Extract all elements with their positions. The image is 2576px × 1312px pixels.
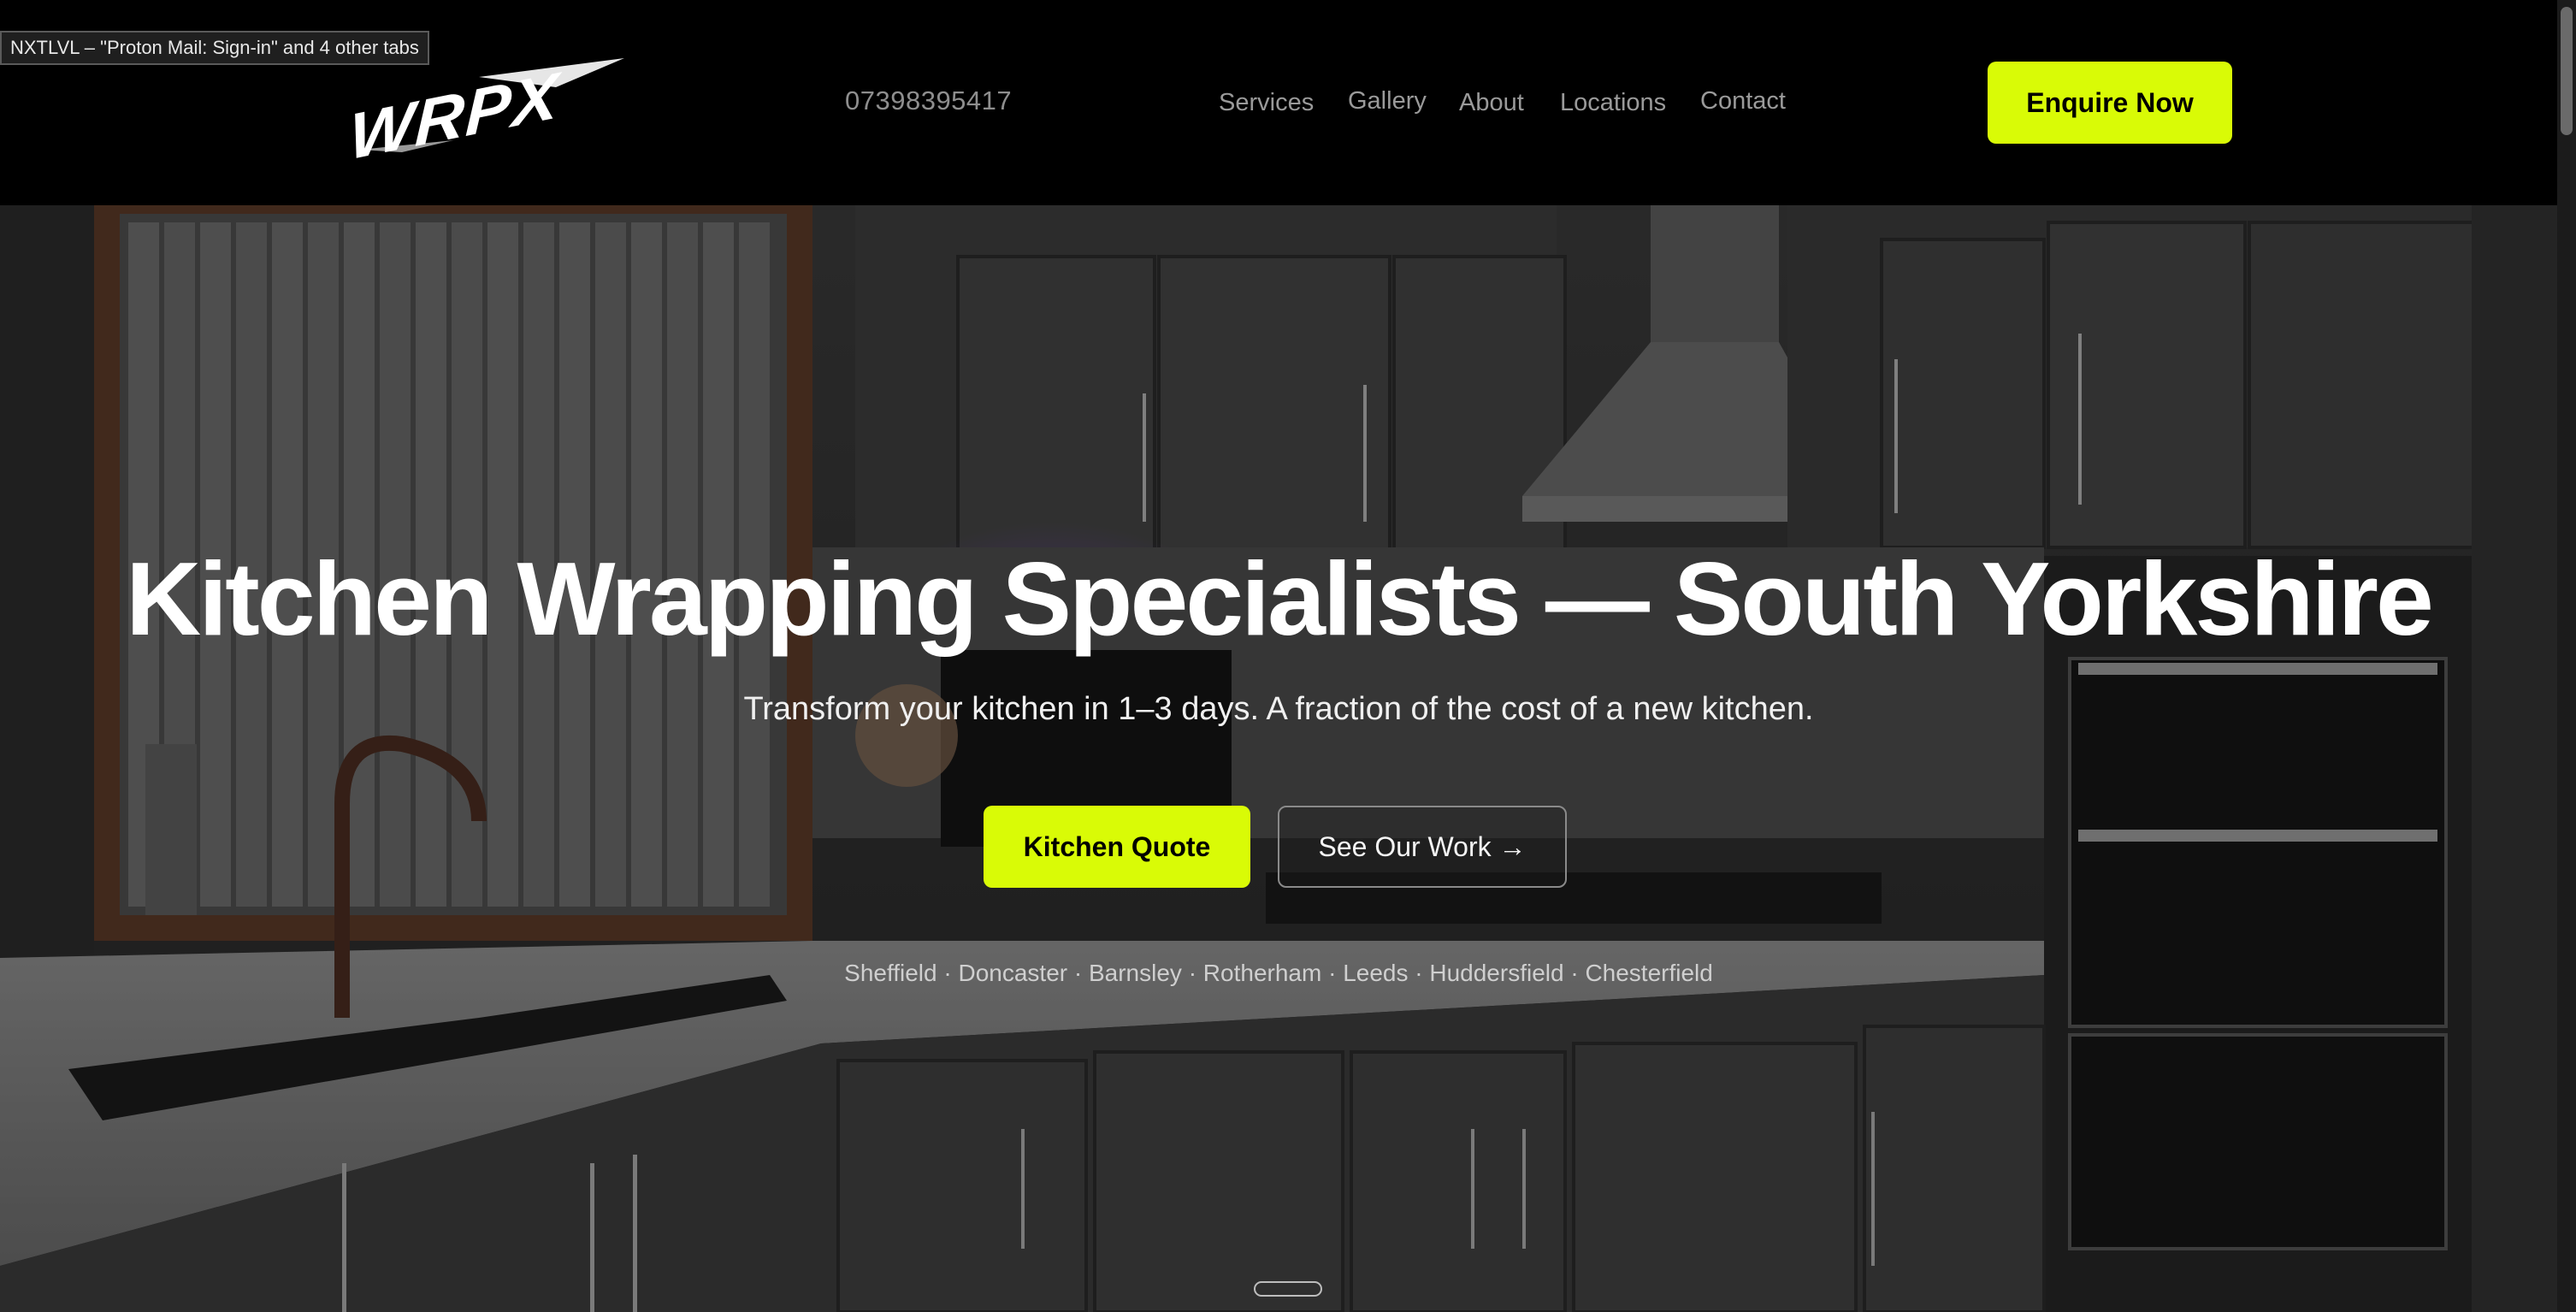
service-locations: Sheffield · Doncaster · Barnsley · Rothe… [844,960,1713,986]
kitchen-quote-button[interactable]: Kitchen Quote [984,806,1250,888]
window-tab-tooltip: NXTLVL – "Proton Mail: Sign-in" and 4 ot… [0,31,429,65]
enquire-now-button[interactable]: Enquire Now [1988,62,2232,144]
scroll-indicator[interactable] [1254,1281,1322,1297]
hero-dark-overlay [0,205,2557,1312]
page-scrollbar-thumb[interactable] [2561,7,2573,135]
nav-contact[interactable]: Contact [1700,87,1786,115]
nav-about[interactable]: About [1459,89,1524,117]
nav-locations[interactable]: Locations [1560,89,1666,117]
nav-gallery[interactable]: Gallery [1348,87,1427,115]
phone-number[interactable]: 07398395417 [845,86,1012,116]
nav-services[interactable]: Services [1219,89,1314,117]
page-scrollbar-track[interactable] [2557,0,2576,1312]
see-our-work-button[interactable]: See Our Work → [1278,806,1567,888]
hero-subtitle: Transform your kitchen in 1–3 days. A fr… [743,691,1814,727]
hero-title: Kitchen Wrapping Specialists — South Yor… [126,541,2434,657]
hero-section: Kitchen Wrapping Specialists — South Yor… [0,205,2557,1312]
wrpx-logo[interactable]: WRPX [351,51,633,158]
